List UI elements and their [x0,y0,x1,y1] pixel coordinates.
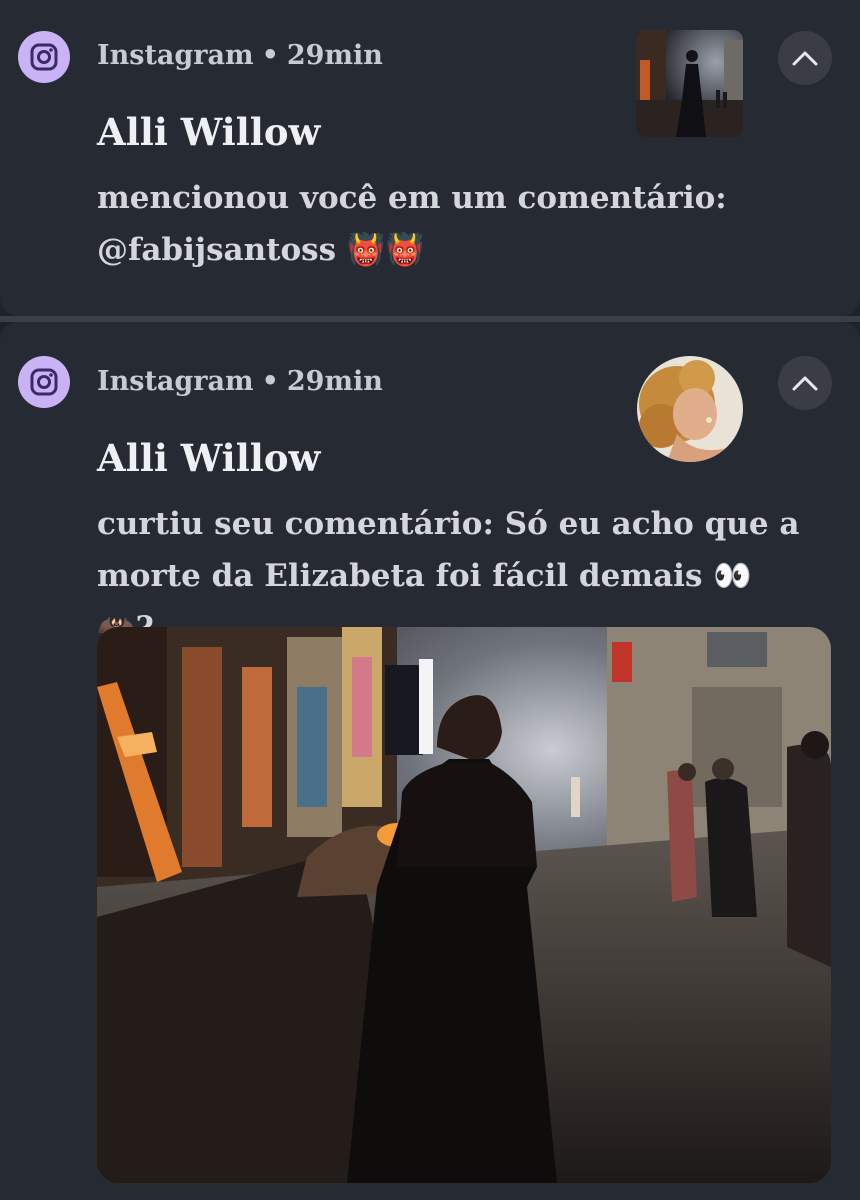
instagram-icon [18,356,70,408]
user-avatar[interactable] [637,356,743,462]
notification-body: mencionou você em um comentário: @fabijs… [97,172,837,276]
app-name: Instagram [97,366,254,397]
header-separator: • [261,40,279,71]
body-line-1: mencionou você em um comentário: [97,180,727,216]
instagram-icon [18,31,70,83]
body-line-1: curtiu seu comentário: Só eu acho que a [97,506,800,542]
collapse-button[interactable] [778,31,832,85]
notification-time: 29min [286,40,383,71]
notification-time: 29min [286,366,383,397]
app-name: Instagram [97,40,254,71]
notification-card-like[interactable]: Instagram • 29min Alli Willow curtiu seu c… [0,322,860,1200]
notification-header: Instagram • 29min [97,40,383,71]
post-thumbnail[interactable] [636,30,743,137]
collapse-button[interactable] [778,356,832,410]
body-line-2: @fabijsantoss 👹👹 [97,232,425,268]
post-image[interactable] [97,627,831,1183]
chevron-up-icon [792,376,818,391]
header-separator: • [261,366,279,397]
notification-title: Alli Willow [97,436,321,480]
notification-title: Alli Willow [97,110,321,154]
chevron-up-icon [792,51,818,66]
notification-card-mention[interactable]: Instagram • 29min Alli Willow mencionou … [0,0,860,316]
notification-header: Instagram • 29min [97,366,383,397]
